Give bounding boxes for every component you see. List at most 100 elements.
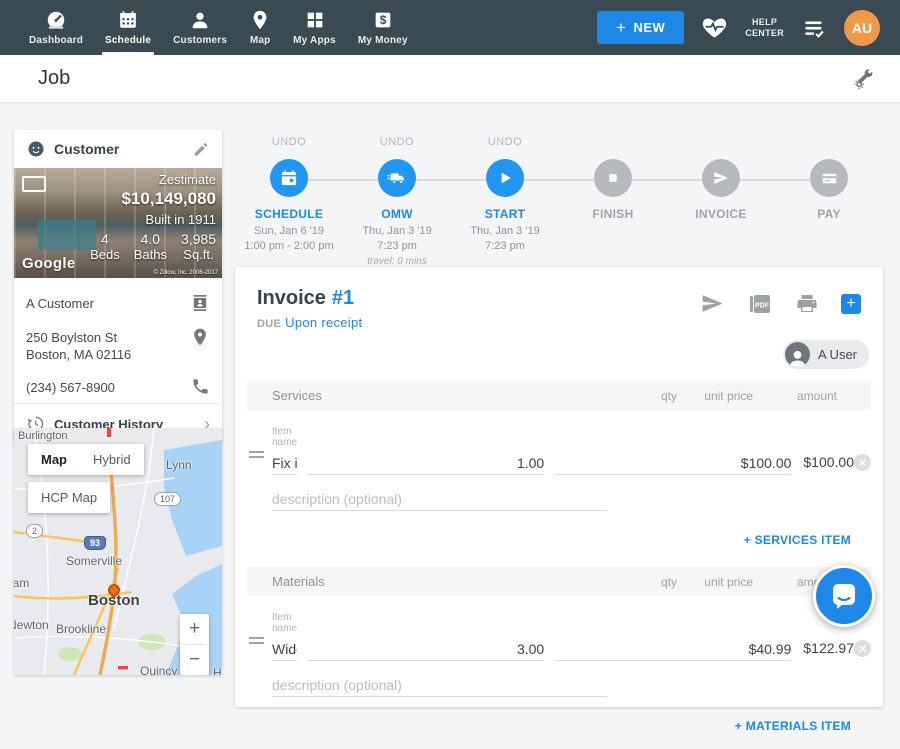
address-line1: 250 Boylston St (26, 329, 190, 346)
drag-handle-icon[interactable] (249, 634, 264, 647)
pay-step-icon[interactable] (810, 159, 848, 197)
map-type-hybrid-button[interactable]: Hybrid (80, 444, 144, 475)
undo-omw-button[interactable]: UNDO (380, 136, 414, 150)
remove-service-item-button[interactable]: ✕ (854, 454, 871, 471)
svg-text:$: $ (380, 13, 387, 27)
chat-messenger-button[interactable] (813, 565, 875, 627)
apps-grid-icon (304, 9, 326, 31)
pdf-icon[interactable]: PDF (747, 292, 773, 316)
edit-pencil-icon[interactable] (192, 140, 210, 158)
qty-column-header: qty (611, 575, 677, 589)
remove-material-item-button[interactable]: ✕ (854, 640, 871, 657)
nav-item-customers[interactable]: Customers (162, 0, 238, 55)
location-pin-icon[interactable] (190, 327, 210, 347)
service-item-name-input[interactable] (272, 451, 297, 475)
heart-pulse-icon[interactable] (701, 14, 728, 41)
plus-icon: + (616, 18, 626, 38)
add-materials-item-link[interactable]: + MATERIALS ITEM (735, 719, 851, 733)
map-label-somerville: Somerville (66, 554, 122, 568)
page-title: Job (38, 67, 70, 90)
schedule-step-icon[interactable] (270, 159, 308, 197)
unit-price-column-header: unit price (687, 575, 753, 589)
customer-phone: (234) 567-8900 (26, 377, 191, 396)
invoice-header: Invoice#1 DUEUpon receipt PDF + (235, 267, 883, 330)
new-button[interactable]: + NEW (597, 11, 684, 44)
add-services-item-link[interactable]: + SERVICES ITEM (744, 533, 851, 547)
finish-step-icon[interactable] (594, 159, 632, 197)
customer-name-row: A Customer (26, 286, 210, 320)
schedule-icon (117, 9, 139, 31)
omw-step-icon[interactable] (378, 159, 416, 197)
material-unit-price-input[interactable] (554, 637, 791, 661)
due-line: DUEUpon receipt (257, 315, 362, 330)
beds-label: Beds (90, 247, 120, 262)
mini-map[interactable]: Burlington Lynn Somerville ham Boston Ne… (14, 428, 222, 675)
material-description-row (247, 673, 607, 697)
map-type-map-button[interactable]: Map (28, 444, 80, 475)
phone-icon[interactable] (191, 377, 210, 396)
map-zoom-control: + − (180, 614, 209, 675)
qty-column-header: qty (611, 389, 677, 403)
nav-item-my-money[interactable]: $ My Money (347, 0, 419, 55)
job-settings-icon[interactable] (852, 67, 876, 91)
hcp-map-button[interactable]: HCP Map (28, 482, 110, 513)
assignee-name: A User (818, 347, 857, 362)
street-view-icon[interactable] (22, 176, 46, 192)
route-107-shield: 107 (154, 492, 181, 506)
send-icon[interactable] (700, 291, 725, 316)
start-step-icon[interactable] (486, 159, 524, 197)
nav-right: + NEW HELP CENTER AU (597, 0, 900, 55)
step-label: OMW (381, 207, 413, 221)
due-value-link[interactable]: Upon receipt (285, 315, 362, 330)
step-label: SCHEDULE (255, 207, 323, 221)
zoom-in-button[interactable]: + (180, 614, 209, 644)
assignee-pill[interactable]: A User (783, 340, 869, 369)
step-label: INVOICE (695, 207, 746, 221)
zestimate-overlay: Zestimate $10,149,080 Built in 1911 4Bed… (90, 172, 216, 262)
home-stats: 4Beds 4.0Baths 3,985Sq.ft. (90, 231, 216, 262)
sqft-value: 3,985 (181, 231, 216, 247)
user-avatar[interactable]: AU (844, 10, 880, 46)
invoice-card: Invoice#1 DUEUpon receipt PDF + A User (235, 267, 883, 707)
invoice-number[interactable]: #1 (332, 287, 354, 309)
list-check-icon[interactable] (801, 15, 827, 41)
contact-card-icon[interactable] (190, 293, 210, 313)
timeline-step-invoice: INVOICE (667, 136, 775, 269)
assignee-row: A User (235, 330, 883, 377)
route-2-shield: 2 (26, 524, 43, 538)
material-item-name-input[interactable] (272, 637, 297, 661)
invoice-actions: PDF + (700, 287, 861, 316)
map-label-burlington: Burlington (18, 430, 68, 442)
services-section-header: Services qty unit price amount (247, 381, 871, 410)
baths-label: Baths (134, 247, 167, 262)
undo-schedule-button[interactable]: UNDO (272, 136, 306, 150)
item-name-label: Item name (272, 612, 297, 634)
nav-label: My Money (358, 35, 408, 46)
material-description-input[interactable] (272, 673, 607, 697)
service-description-input[interactable] (272, 487, 607, 511)
service-unit-price-input[interactable] (554, 451, 791, 475)
nav-item-map[interactable]: Map (238, 0, 282, 55)
timeline-step-finish: FINISH (559, 136, 667, 269)
service-qty-input[interactable] (307, 451, 544, 475)
drag-handle-icon[interactable] (249, 448, 264, 461)
invoice-step-icon[interactable] (702, 159, 740, 197)
nav-item-dashboard[interactable]: Dashboard (18, 0, 94, 55)
help-center-button[interactable]: HELP CENTER (745, 17, 784, 39)
step-label: START (485, 207, 526, 221)
google-watermark: Google (22, 255, 75, 272)
step-time-line: 7:23 pm (470, 239, 539, 254)
material-qty-input[interactable] (307, 637, 544, 661)
baths-value: 4.0 (134, 231, 167, 247)
nav-item-my-apps[interactable]: My Apps (282, 0, 347, 55)
nav-item-schedule[interactable]: Schedule (94, 0, 162, 55)
nav-label: My Apps (293, 35, 336, 46)
customer-address-row: 250 Boylston St Boston, MA 02116 (26, 320, 210, 370)
map-label-hingham: Hi (213, 666, 222, 675)
undo-start-button[interactable]: UNDO (488, 136, 522, 150)
top-nav: Dashboard Schedule Customers Map My Apps (0, 0, 900, 55)
zoom-out-button[interactable]: − (180, 645, 209, 675)
add-invoice-button[interactable]: + (841, 294, 861, 314)
zestimate-value: $10,149,080 (90, 189, 216, 209)
print-icon[interactable] (795, 292, 819, 316)
